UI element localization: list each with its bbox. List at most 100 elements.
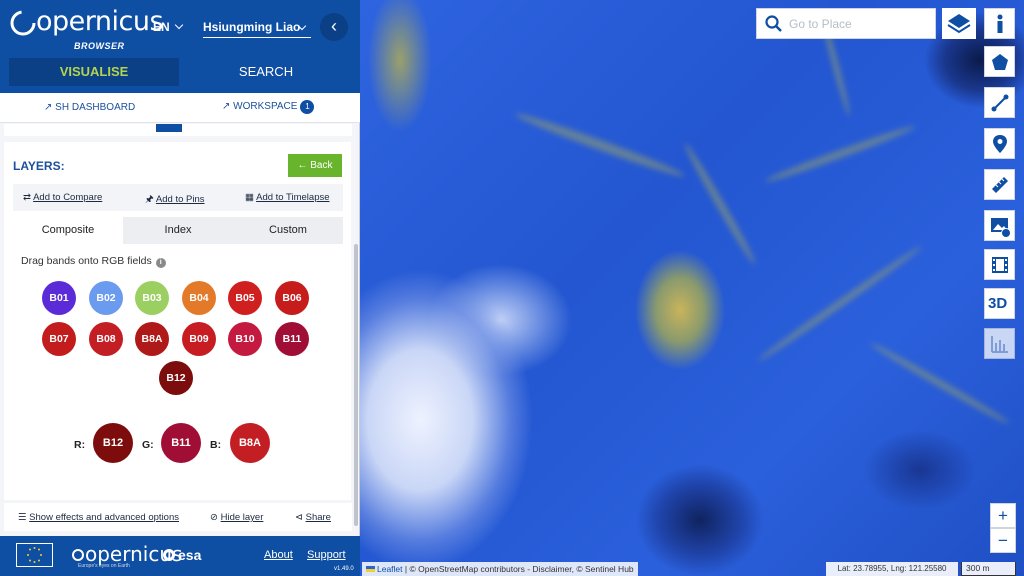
visualization-tabs: Composite Index Custom — [13, 217, 343, 244]
version-label: v1.49.0 — [334, 566, 354, 572]
chevron-left-icon: ‹ — [331, 16, 337, 36]
user-menu[interactable]: Hsiungming Liao — [203, 20, 311, 38]
layer-options-bar: ☰ Show effects and advanced options ⊘ Hi… — [4, 503, 352, 531]
show-effects-button[interactable]: ☰ Show effects and advanced options — [18, 512, 179, 523]
tab-index[interactable]: Index — [123, 217, 233, 244]
blue-channel-slot[interactable]: B8A — [230, 423, 270, 463]
band-chip[interactable]: B11 — [275, 322, 309, 356]
share-button[interactable]: ⊲ Share — [295, 512, 331, 523]
sidebar-panel: opernicus BROWSER EN Hsiungming Liao ‹ V… — [0, 0, 360, 576]
band-chip[interactable]: B04 — [182, 281, 216, 315]
zoom-in-button[interactable]: + — [990, 503, 1016, 528]
film-icon — [992, 257, 1008, 273]
tab-visualise[interactable]: VISUALISE — [9, 58, 179, 86]
3d-label: 3D — [988, 295, 1008, 312]
blue-channel-label: B: — [210, 439, 222, 451]
layers-scroll-area[interactable]: LAYERS: ← Back ⇄ Add to Compare 🖈 Add to… — [4, 124, 352, 530]
bar-chart-icon — [991, 336, 1008, 353]
image-download-icon — [991, 218, 1011, 238]
sliders-icon: ☰ — [18, 512, 27, 523]
copernicus-tagline: Europe's eyes on Earth — [78, 563, 130, 569]
map-attribution: Leaflet | © OpenStreetMap contributors -… — [362, 562, 638, 576]
logo-text: opernicus — [36, 6, 164, 37]
draw-polygon-button[interactable] — [984, 46, 1015, 77]
attribution-text: | © OpenStreetMap contributors - Disclai… — [404, 564, 634, 574]
language-select[interactable]: EN — [153, 20, 183, 34]
band-chip[interactable]: B09 — [182, 322, 216, 356]
workspace-label: WORKSPACE — [233, 101, 298, 112]
red-channel-slot[interactable]: B12 — [93, 423, 133, 463]
compare-label: Add to Compare — [33, 192, 103, 203]
band-chip[interactable]: B01 — [42, 281, 76, 315]
scale-bar: 300 m — [961, 562, 1016, 576]
sh-dashboard-link[interactable]: ↗ SH DASHBOARD — [44, 102, 135, 113]
collapse-panel-button[interactable]: ‹ — [320, 13, 348, 41]
layer-actions: ⇄ Add to Compare 🖈 Add to Pins ▦ Add to … — [13, 184, 343, 211]
line-icon — [991, 94, 1009, 112]
share-label: Share — [305, 512, 331, 523]
esa-text: esa — [178, 547, 202, 563]
add-to-pins-button[interactable]: 🖈 Add to Pins — [145, 192, 205, 208]
add-to-compare-button[interactable]: ⇄ Add to Compare — [23, 192, 102, 203]
flag-icon — [366, 566, 375, 572]
hide-layer-label: Hide layer — [220, 512, 264, 523]
band-chip[interactable]: B03 — [135, 281, 169, 315]
layers-toggle-button[interactable] — [942, 8, 976, 39]
arrow-left-icon: ← — [297, 160, 308, 171]
layers-card: LAYERS: ← Back ⇄ Add to Compare 🖈 Add to… — [4, 142, 351, 500]
timelapse-button[interactable] — [984, 249, 1015, 280]
external-link-icon: ↗ — [222, 101, 231, 112]
copernicus-c-icon — [72, 549, 84, 561]
satellite-map[interactable] — [360, 0, 1024, 576]
zoom-out-button[interactable]: − — [990, 528, 1016, 553]
workspace-link[interactable]: ↗ WORKSPACE 1 — [222, 100, 315, 114]
band-chip[interactable]: B02 — [89, 281, 123, 315]
about-link[interactable]: About — [264, 549, 293, 561]
back-label: Back — [310, 160, 333, 171]
info-icon[interactable]: i — [155, 258, 166, 268]
active-tool-icon[interactable] — [156, 124, 182, 132]
support-link[interactable]: Support — [307, 549, 346, 561]
draw-line-button[interactable] — [984, 87, 1015, 118]
compare-arrows-icon: ⇄ — [23, 192, 31, 203]
place-search-input[interactable]: Go to Place — [756, 8, 936, 39]
external-link-icon: ↗ — [44, 102, 53, 113]
panel-scrollbar[interactable] — [354, 244, 358, 526]
band-chip[interactable]: B06 — [275, 281, 309, 315]
red-channel-label: R: — [74, 439, 86, 451]
add-to-timelapse-button[interactable]: ▦ Add to Timelapse — [245, 192, 330, 203]
band-chip[interactable]: B05 — [228, 281, 262, 315]
band-chip[interactable]: B08 — [89, 322, 123, 356]
band-chip[interactable]: B10 — [228, 322, 262, 356]
3d-view-button[interactable]: 3D — [984, 288, 1015, 319]
drag-hint: Drag bands onto RGB fields i — [21, 255, 166, 268]
band-chip[interactable]: B12 — [159, 361, 193, 395]
green-channel-slot[interactable]: B11 — [161, 423, 201, 463]
tab-search[interactable]: SEARCH — [180, 58, 352, 86]
toolbar-strip — [4, 124, 352, 136]
film-icon: ▦ — [245, 192, 254, 203]
copernicus-c-icon — [10, 10, 36, 36]
panel-header: opernicus BROWSER EN Hsiungming Liao ‹ V… — [0, 0, 360, 93]
measure-button[interactable] — [984, 169, 1015, 200]
pin-icon: 🖈 — [145, 194, 154, 205]
language-value: EN — [153, 20, 170, 34]
place-marker-button[interactable] — [984, 128, 1015, 159]
back-button[interactable]: ← Back — [288, 154, 342, 177]
info-button[interactable] — [984, 8, 1015, 39]
pentagon-icon — [992, 54, 1008, 70]
layers-title: LAYERS: — [13, 159, 65, 173]
tab-custom[interactable]: Custom — [233, 217, 343, 244]
green-channel-label: G: — [142, 439, 154, 451]
download-image-button[interactable] — [984, 210, 1015, 241]
sh-dashboard-label: SH DASHBOARD — [55, 102, 136, 113]
tab-composite[interactable]: Composite — [13, 217, 123, 244]
band-chip[interactable]: B8A — [135, 322, 169, 356]
eu-stars-icon — [27, 547, 42, 563]
share-icon: ⊲ — [295, 512, 303, 523]
histogram-button[interactable] — [984, 328, 1015, 359]
band-chip[interactable]: B07 — [42, 322, 76, 356]
layers-stack-icon — [947, 14, 971, 34]
leaflet-link[interactable]: Leaflet — [377, 564, 403, 574]
hide-layer-button[interactable]: ⊘ Hide layer — [210, 512, 263, 523]
